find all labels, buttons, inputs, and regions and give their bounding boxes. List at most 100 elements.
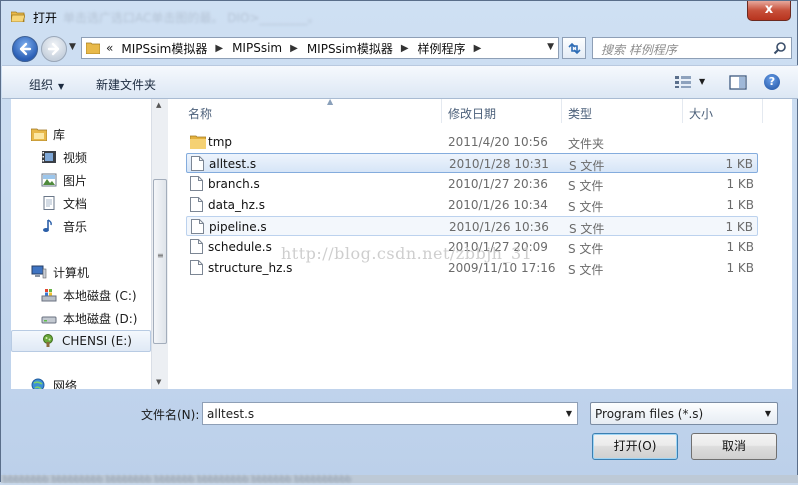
file-size: 1 KB: [725, 220, 753, 234]
chevron-down-icon[interactable]: ▼: [765, 409, 771, 418]
search-box[interactable]: 搜索 样例程序: [592, 37, 792, 59]
nav-pane-scrollbar[interactable]: ▲ ≡ ▼: [151, 99, 168, 389]
breadcrumb-separator-icon[interactable]: ▶: [215, 43, 223, 54]
column-header-type[interactable]: 类型: [562, 99, 683, 123]
nav-label: 本地磁盘 (D:): [63, 311, 138, 326]
filetype-value: Program files (*.s): [595, 407, 704, 421]
file-size: 1 KB: [725, 157, 753, 171]
open-file-dialog: 打开 单击选广选口AC单击图的最。 DIO>________。 x ▼ « MI…: [0, 0, 798, 485]
file-row-tmp[interactable]: tmp 2011/4/20 10:56 文件夹: [186, 132, 758, 152]
nav-label: 本地磁盘 (C:): [63, 288, 137, 303]
folder-open-icon: [11, 11, 25, 22]
file-size: 1 KB: [726, 261, 754, 275]
breadcrumb-item[interactable]: MIPSsim模拟器: [121, 40, 207, 57]
history-dropdown-icon[interactable]: ▼: [69, 42, 76, 52]
nav-item-usb-drive[interactable]: CHENSI (E:): [11, 330, 151, 352]
search-input[interactable]: 搜索 样例程序: [601, 41, 677, 58]
nav-item-network[interactable]: 网络: [31, 374, 166, 389]
folder-icon: [190, 135, 206, 149]
file-row-branch[interactable]: branch.s 2010/1/27 20:36 S 文件 1 KB: [186, 174, 758, 194]
nav-item-drive-c[interactable]: 本地磁盘 (C:): [41, 284, 166, 306]
file-type: S 文件: [568, 263, 604, 277]
column-header-label: 名称: [188, 107, 213, 121]
file-type: S 文件: [568, 242, 604, 256]
file-type: S 文件: [568, 179, 604, 193]
filename-input[interactable]: alltest.s: [207, 407, 254, 421]
organize-menu-button[interactable]: 组织 ▼: [29, 76, 64, 93]
organize-label: 组织: [29, 78, 54, 92]
breadcrumb-separator-icon[interactable]: ▶: [401, 43, 409, 54]
file-name: alltest.s: [209, 157, 257, 171]
column-header-size[interactable]: 大小: [683, 99, 763, 123]
file-icon: [191, 219, 204, 234]
breadcrumb-item[interactable]: MIPSsim模拟器: [307, 40, 393, 57]
breadcrumb-separator-icon[interactable]: ▶: [290, 43, 298, 54]
file-type: S 文件: [568, 200, 604, 214]
chevron-down-icon: ▼: [58, 82, 65, 91]
nav-item-drive-d[interactable]: 本地磁盘 (D:): [41, 307, 166, 329]
nav-item-pictures[interactable]: 图片: [41, 169, 166, 191]
cancel-button[interactable]: 取消: [691, 433, 777, 460]
new-folder-button[interactable]: 新建文件夹: [96, 76, 156, 93]
breadcrumb-item[interactable]: 样例程序: [418, 40, 466, 57]
chevron-down-icon[interactable]: ▼: [566, 409, 572, 418]
forward-button[interactable]: [41, 36, 67, 62]
file-size: 1 KB: [726, 240, 754, 254]
column-header-name[interactable]: 名称 ▲: [186, 97, 442, 123]
window-title: 打开: [33, 11, 58, 25]
background-strip-text: bbbbbbbb bbbbbbbbb bbbbbbbb bbbbbbb bbbb…: [3, 475, 352, 485]
nav-item-video[interactable]: 视频: [41, 146, 166, 168]
scrollbar-thumb[interactable]: ≡: [153, 179, 167, 344]
breadcrumb-overflow[interactable]: «: [106, 41, 113, 55]
open-button[interactable]: 打开(O): [592, 433, 678, 460]
nav-label: 图片: [63, 173, 88, 188]
file-name: data_hz.s: [208, 198, 265, 212]
computer-icon: [31, 265, 47, 279]
file-name: pipeline.s: [209, 220, 267, 234]
address-dropdown-icon[interactable]: ▼: [547, 42, 554, 52]
column-header-label: 修改日期: [448, 107, 497, 121]
nav-item-library[interactable]: 库: [31, 123, 166, 145]
breadcrumb-separator-icon[interactable]: ▶: [474, 43, 482, 54]
column-header-date[interactable]: 修改日期: [442, 99, 562, 123]
library-icon: [31, 128, 47, 141]
file-type: S 文件: [569, 159, 605, 173]
nav-label: CHENSI (E:): [62, 334, 132, 348]
nav-label: 文档: [63, 196, 88, 211]
nav-item-documents[interactable]: 文档: [41, 192, 166, 214]
usb-drive-icon: [43, 334, 53, 347]
nav-item-music[interactable]: 音乐: [41, 215, 166, 237]
file-date: 2009/11/10 17:16: [448, 261, 556, 275]
forward-arrow-icon: [47, 42, 60, 56]
scroll-down-icon[interactable]: ▼: [156, 378, 161, 386]
close-button[interactable]: x: [747, 1, 791, 21]
title-bar: 打开 单击选广选口AC单击图的最。 DIO>________。 x: [1, 1, 797, 33]
filename-combobox[interactable]: alltest.s ▼: [202, 402, 578, 425]
file-size: 1 KB: [726, 177, 754, 191]
file-icon: [190, 260, 203, 275]
help-icon[interactable]: ?: [764, 74, 780, 90]
nav-label: 音乐: [63, 219, 88, 234]
file-date: 2010/1/27 20:36: [448, 177, 548, 191]
view-options-chevron-icon[interactable]: ▼: [699, 77, 705, 86]
filetype-select[interactable]: Program files (*.s) ▼: [590, 402, 778, 425]
file-name: schedule.s: [208, 240, 272, 254]
file-row-pipeline[interactable]: pipeline.s 2010/1/26 10:36 S 文件 1 KB: [186, 216, 758, 236]
file-row-alltest[interactable]: alltest.s 2010/1/28 10:31 S 文件 1 KB: [186, 153, 758, 173]
command-toolbar: 组织 ▼ 新建文件夹 ▼ ?: [2, 65, 798, 99]
address-bar[interactable]: « MIPSsim模拟器 ▶ MIPSsim ▶ MIPSsim模拟器 ▶ 样例…: [81, 37, 559, 59]
file-row-data-hz[interactable]: data_hz.s 2010/1/26 10:34 S 文件 1 KB: [186, 195, 758, 215]
back-button[interactable]: [12, 36, 38, 62]
navigation-pane: 库 视频 图片 文档 音乐 计算机 本地磁盘 (C:) 本地磁盘 (D:) CH…: [11, 99, 167, 389]
pictures-icon: [41, 173, 57, 187]
refresh-button[interactable]: [562, 37, 586, 59]
preview-pane-icon[interactable]: [729, 75, 747, 90]
file-icon: [190, 176, 203, 191]
change-view-icon[interactable]: [674, 75, 692, 89]
scroll-up-icon[interactable]: ▲: [156, 101, 161, 109]
breadcrumb-item[interactable]: MIPSsim: [232, 41, 282, 55]
file-date: 2010/1/28 10:31: [449, 157, 549, 171]
search-icon[interactable]: [773, 41, 787, 55]
nav-item-computer[interactable]: 计算机: [31, 261, 166, 283]
network-icon: [31, 378, 45, 389]
